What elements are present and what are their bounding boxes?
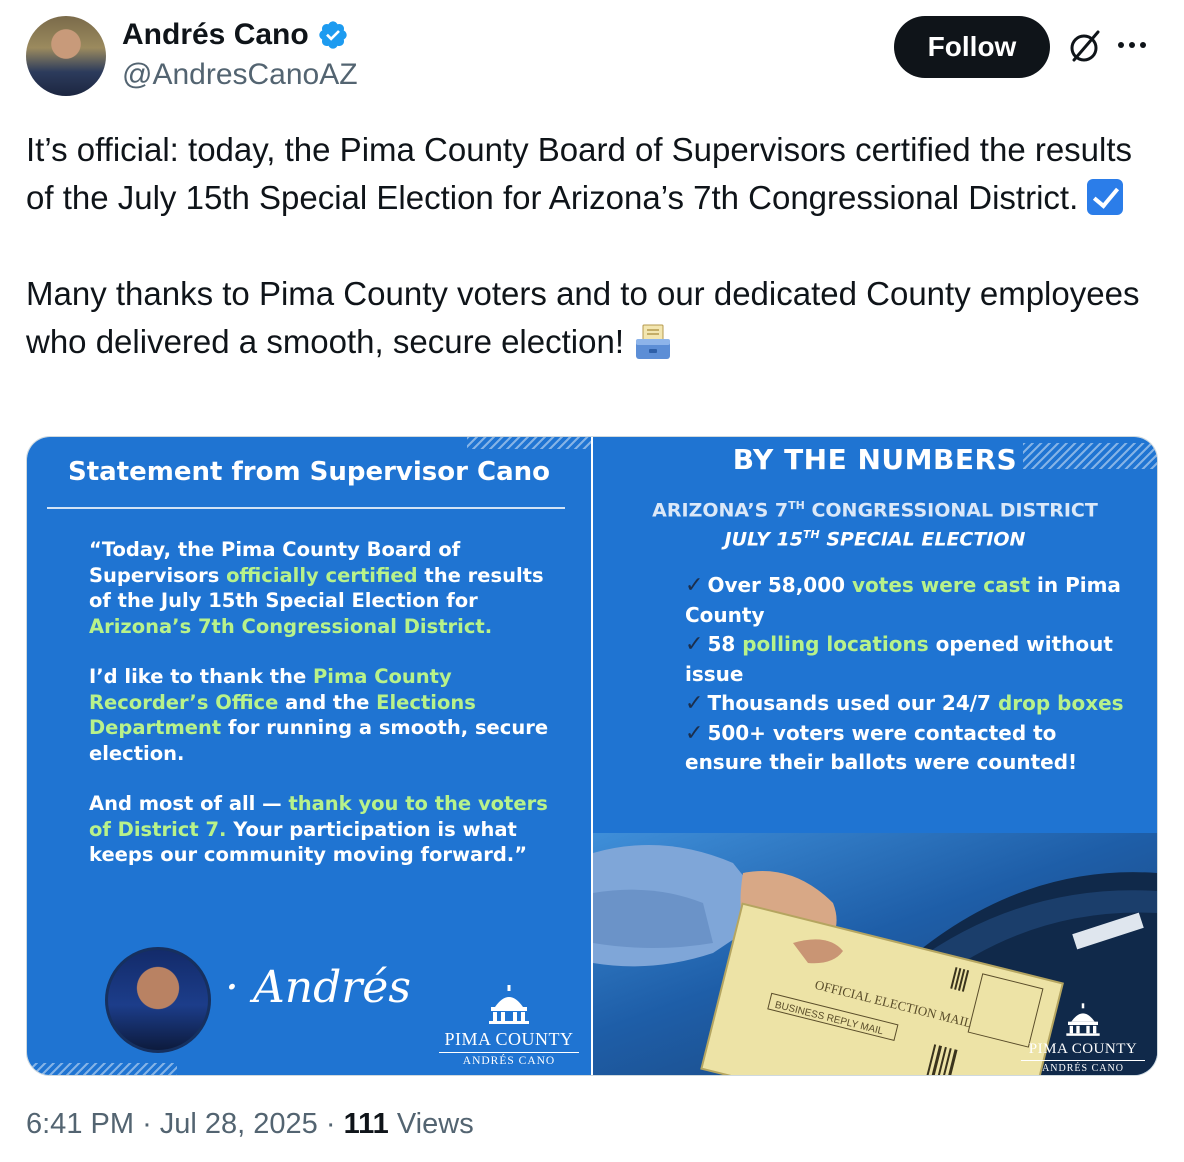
supervisor-photo — [105, 947, 211, 1053]
views-label: Views — [396, 1108, 474, 1140]
capitol-dome-icon — [489, 985, 529, 1024]
text-segment: 500+ voters were contacted to ensure the… — [685, 720, 1078, 775]
text-segment: Thousands used our 24/7 — [707, 691, 998, 715]
author-avatar[interactable] — [26, 16, 106, 96]
quote-paragraph: “Today, the Pima County Board of Supervi… — [89, 537, 549, 639]
tweet-date[interactable]: Jul 28, 2025 — [160, 1108, 318, 1140]
district-subtitle: ARIZONA’S 7TH CONGRESSIONAL DISTRICT — [652, 499, 1098, 522]
ballot-box-emoji-icon — [636, 324, 671, 359]
separator: · — [325, 1108, 336, 1140]
fact-item: ✓ 58 polling locations opened without iss… — [685, 630, 1125, 689]
signature: · Andrés — [225, 962, 411, 1013]
verified-badge-icon — [319, 21, 347, 49]
tweet-paragraph-1: It’s official: today, the Pima County Bo… — [26, 131, 1133, 216]
separator: · — [142, 1108, 152, 1140]
capitol-dome-icon — [1066, 1003, 1100, 1036]
hatch-decoration — [27, 1063, 177, 1075]
divider — [47, 507, 565, 509]
logo-name: PIMA COUNTY — [1028, 1041, 1138, 1057]
pima-county-logo: PIMA COUNTY ANDRÉS CANO — [439, 985, 579, 1067]
checkmark-icon: ✓ — [685, 632, 704, 657]
more-icon[interactable] — [1118, 38, 1156, 52]
highlighted-text: drop boxes — [997, 691, 1124, 715]
quote-paragraph: And most of all — thank you to the voter… — [89, 791, 549, 868]
hatch-decoration — [467, 437, 591, 449]
quote-paragraph: I’d like to thank the Pima County Record… — [89, 664, 549, 766]
tweet-time[interactable]: 6:41 PM — [26, 1108, 134, 1140]
views-count: 111 — [343, 1108, 389, 1140]
pima-county-logo: PIMA COUNTY ANDRÉS CANO — [1021, 1003, 1145, 1074]
checkmark-icon: ✓ — [685, 573, 704, 598]
text-segment: I’d like to thank the — [89, 665, 313, 688]
by-the-numbers-graphic[interactable]: BY THE NUMBERS ARIZONA’S 7TH CONGRESSION… — [593, 437, 1157, 1075]
tweet-paragraph-2: Many thanks to Pima County voters and to… — [26, 275, 1140, 360]
tweet: Andrés Cano @AndresCanoAZ Follow It’s of… — [0, 0, 1184, 1162]
logo-name: PIMA COUNTY — [444, 1029, 574, 1049]
text-segment: 58 — [707, 632, 743, 656]
statement-graphic[interactable]: Statement from Supervisor Cano “Today, t… — [27, 437, 591, 1075]
logo-subtitle: ANDRÉS CANO — [1021, 1060, 1145, 1074]
tweet-meta: 6:41 PM · Jul 28, 2025 · 111 Views — [26, 1108, 474, 1141]
highlighted-text: polling locations — [742, 632, 929, 656]
highlighted-text: Arizona’s 7th Congressional District. — [89, 614, 493, 638]
tweet-media[interactable]: Statement from Supervisor Cano “Today, t… — [26, 436, 1158, 1076]
logo-subtitle: ANDRÉS CANO — [439, 1052, 579, 1067]
author-name-row[interactable]: Andrés Cano — [122, 18, 349, 52]
checkmark-icon: ✓ — [685, 720, 704, 746]
statement-title: Statement from Supervisor Cano — [68, 457, 550, 487]
checkbox-emoji-icon — [1087, 179, 1124, 215]
highlighted-text: votes were cast — [852, 573, 1031, 597]
fact-item: ✓ Over 58,000 votes were cast in Pima Cou… — [685, 571, 1125, 630]
follow-button[interactable]: Follow — [894, 16, 1050, 78]
author-handle[interactable]: @AndresCanoAZ — [122, 58, 358, 92]
text-segment: and the — [278, 690, 377, 714]
tweet-text: It’s official: today, the Pima County Bo… — [26, 126, 1156, 366]
text-segment: And most of all — — [89, 792, 289, 815]
numbers-title: BY THE NUMBERS — [732, 443, 1018, 476]
checkmark-icon: ✓ — [685, 691, 704, 716]
fact-list: ✓ Over 58,000 votes were cast in Pima Cou… — [685, 571, 1125, 778]
grok-icon[interactable] — [1066, 28, 1104, 66]
text-segment: Over 58,000 — [707, 573, 853, 597]
author-name[interactable]: Andrés Cano — [122, 18, 309, 52]
highlighted-text: officially certified — [226, 563, 418, 587]
fact-item: ✓ 500+ voters were contacted to ensure th… — [685, 719, 1125, 778]
fact-item: ✓ Thousands used our 24/7 drop boxes — [685, 689, 1125, 719]
election-subtitle: JULY 15TH SPECIAL ELECTION — [724, 528, 1026, 551]
statement-quote: “Today, the Pima County Board of Supervi… — [89, 537, 549, 893]
